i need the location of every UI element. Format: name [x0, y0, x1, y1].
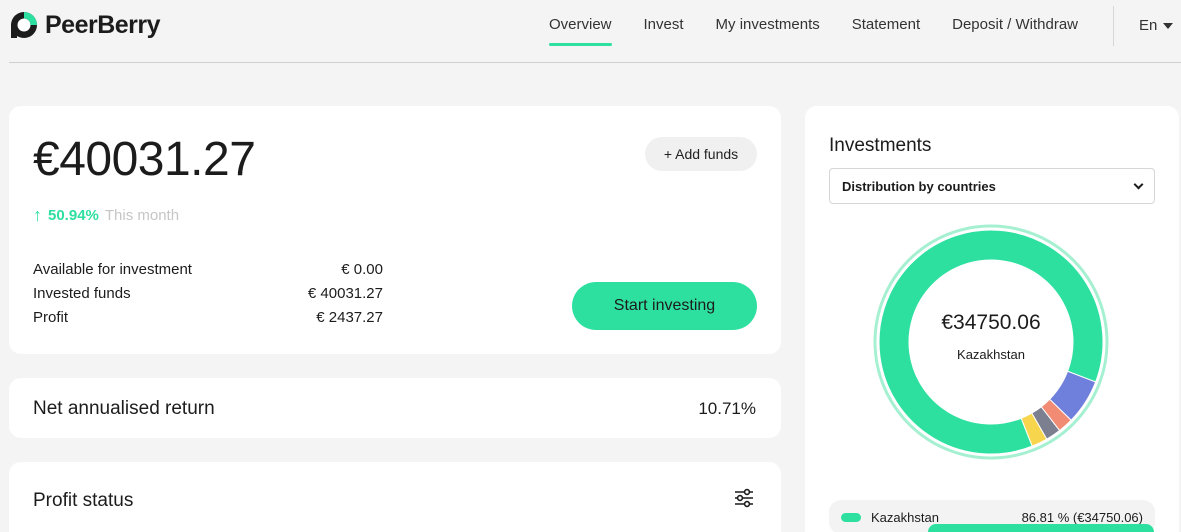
summary-value: € 2437.27 [316, 309, 383, 326]
distribution-donut-chart [873, 224, 1109, 460]
summary-value: € 40031.27 [307, 285, 383, 302]
balance-summary: Available for investment € 0.00 Invested… [33, 261, 383, 333]
select-value: Distribution by countries [842, 178, 996, 194]
nav-my-investments[interactable]: My investments [716, 16, 820, 33]
nav-statement[interactable]: Statement [852, 16, 920, 33]
monthly-growth: ↑ 50.94% This month [33, 205, 179, 226]
net-return-value: 10.71% [698, 399, 756, 418]
distribution-select[interactable]: Distribution by countries [829, 168, 1155, 204]
language-label: En [1139, 17, 1158, 34]
main-nav: Overview Invest My investments Statement… [549, 16, 1110, 46]
legend-value: 86.81 % (€34750.06) [1021, 509, 1143, 525]
investments-title: Investments [829, 135, 932, 156]
summary-value: € 0.00 [341, 261, 383, 278]
profit-status-title: Profit status [33, 490, 134, 511]
investments-card: Investments Distribution by countries €3… [805, 106, 1179, 532]
peerberry-logo-icon [11, 12, 37, 38]
brand-name: PeerBerry [45, 10, 161, 39]
brand-logo[interactable]: PeerBerry [9, 10, 161, 40]
account-balance: €40031.27 [33, 133, 256, 186]
chevron-down-icon [1133, 179, 1144, 189]
language-selector[interactable]: En [1139, 17, 1174, 34]
filter-settings-icon[interactable] [733, 487, 755, 509]
start-investing-button[interactable]: Start investing [572, 282, 757, 330]
add-funds-button[interactable]: + Add funds [645, 137, 757, 171]
nav-invest[interactable]: Invest [644, 16, 684, 33]
legend-swatch [841, 512, 861, 522]
caret-down-icon [1163, 22, 1174, 29]
donut-center-label: Kazakhstan [957, 347, 1025, 362]
summary-row-profit: Profit € 2437.27 [33, 309, 383, 333]
net-return-card: Net annualised return 10.71% [9, 378, 781, 438]
summary-row-available: Available for investment € 0.00 [33, 261, 383, 285]
nav-divider [1113, 6, 1114, 46]
profit-status-card: Profit status [9, 462, 781, 532]
net-return-label: Net annualised return [33, 398, 215, 419]
nav-deposit-withdraw[interactable]: Deposit / Withdraw [952, 16, 1078, 33]
summary-label: Invested funds [33, 285, 131, 302]
top-header: PeerBerry Overview Invest My investments… [0, 0, 1181, 62]
growth-percent: 50.94% [48, 207, 99, 224]
donut-center-value: €34750.06 [941, 311, 1041, 334]
nav-overview[interactable]: Overview [549, 16, 612, 46]
summary-row-invested: Invested funds € 40031.27 [33, 285, 383, 309]
floating-action-strip[interactable] [928, 524, 1154, 532]
summary-label: Available for investment [33, 261, 192, 278]
donut-highlight-ring [873, 224, 1109, 460]
summary-label: Profit [33, 309, 69, 326]
balance-card: €40031.27 + Add funds ↑ 50.94% This mont… [9, 106, 781, 354]
header-divider [9, 62, 1181, 63]
legend-name: Kazakhstan [871, 509, 939, 525]
growth-period: This month [104, 207, 180, 224]
arrow-up-icon: ↑ [33, 205, 42, 225]
